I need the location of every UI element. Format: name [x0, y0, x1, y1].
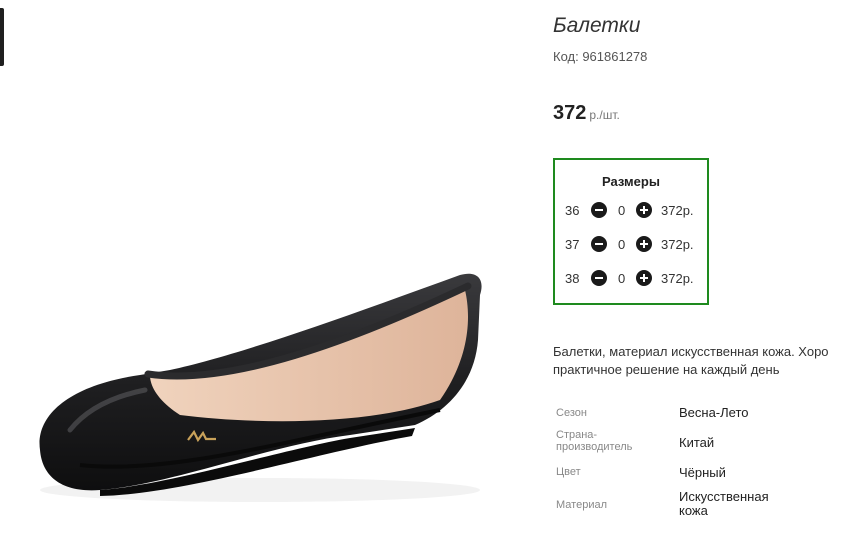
size-row-37: 37 0 372р. — [565, 235, 705, 255]
size-price: 372р. — [661, 203, 694, 218]
spec-label: Страна- производитель — [556, 429, 666, 453]
plus-icon[interactable] — [636, 270, 652, 286]
spec-value: Чёрный — [679, 465, 726, 480]
size-row-36: 36 0 372р. — [565, 201, 705, 221]
spec-value-line: Искусственная — [679, 489, 769, 504]
plus-icon[interactable] — [636, 236, 652, 252]
size-price: 372р. — [661, 271, 694, 286]
gallery-thumbnail[interactable] — [0, 8, 4, 66]
plus-icon[interactable] — [636, 202, 652, 218]
spec-label: Материал — [556, 499, 607, 511]
spec-value: Весна-Лето — [679, 405, 749, 420]
minus-icon[interactable] — [591, 270, 607, 286]
description-line: Балетки, материал искусственная кожа. Хо… — [553, 344, 829, 359]
price-unit: р./шт. — [589, 108, 620, 122]
size-label: 37 — [565, 237, 580, 252]
size-price: 372р. — [661, 237, 694, 252]
product-description: Балетки, материал искусственная кожа. Хо… — [553, 343, 853, 379]
description-line: практичное решение на каждый день — [553, 362, 780, 377]
minus-icon[interactable] — [591, 236, 607, 252]
spec-value: Искусственная кожа — [679, 490, 799, 518]
sizes-panel: Размеры 36 0 372р. 37 0 372р. 38 0 372р. — [553, 158, 709, 305]
size-label: 36 — [565, 203, 580, 218]
minus-icon[interactable] — [591, 202, 607, 218]
size-quantity: 0 — [618, 203, 626, 218]
product-price: 372 р./шт. — [553, 102, 620, 125]
spec-label: Цвет — [556, 466, 581, 478]
spec-label: Сезон — [556, 407, 587, 419]
price-amount: 372 — [553, 102, 587, 124]
spec-label-line: производитель — [556, 441, 633, 453]
spec-label-line: Страна- — [556, 429, 598, 441]
spec-value-line: кожа — [679, 503, 708, 518]
size-quantity: 0 — [618, 271, 626, 286]
size-label: 38 — [565, 271, 580, 286]
product-title: Балетки — [553, 14, 641, 37]
spec-value: Китай — [679, 435, 715, 450]
sizes-title: Размеры — [602, 174, 660, 189]
product-image — [39, 273, 482, 502]
size-quantity: 0 — [618, 237, 626, 252]
product-code: Код: 961861278 — [553, 49, 648, 64]
size-row-38: 38 0 372р. — [565, 269, 705, 289]
